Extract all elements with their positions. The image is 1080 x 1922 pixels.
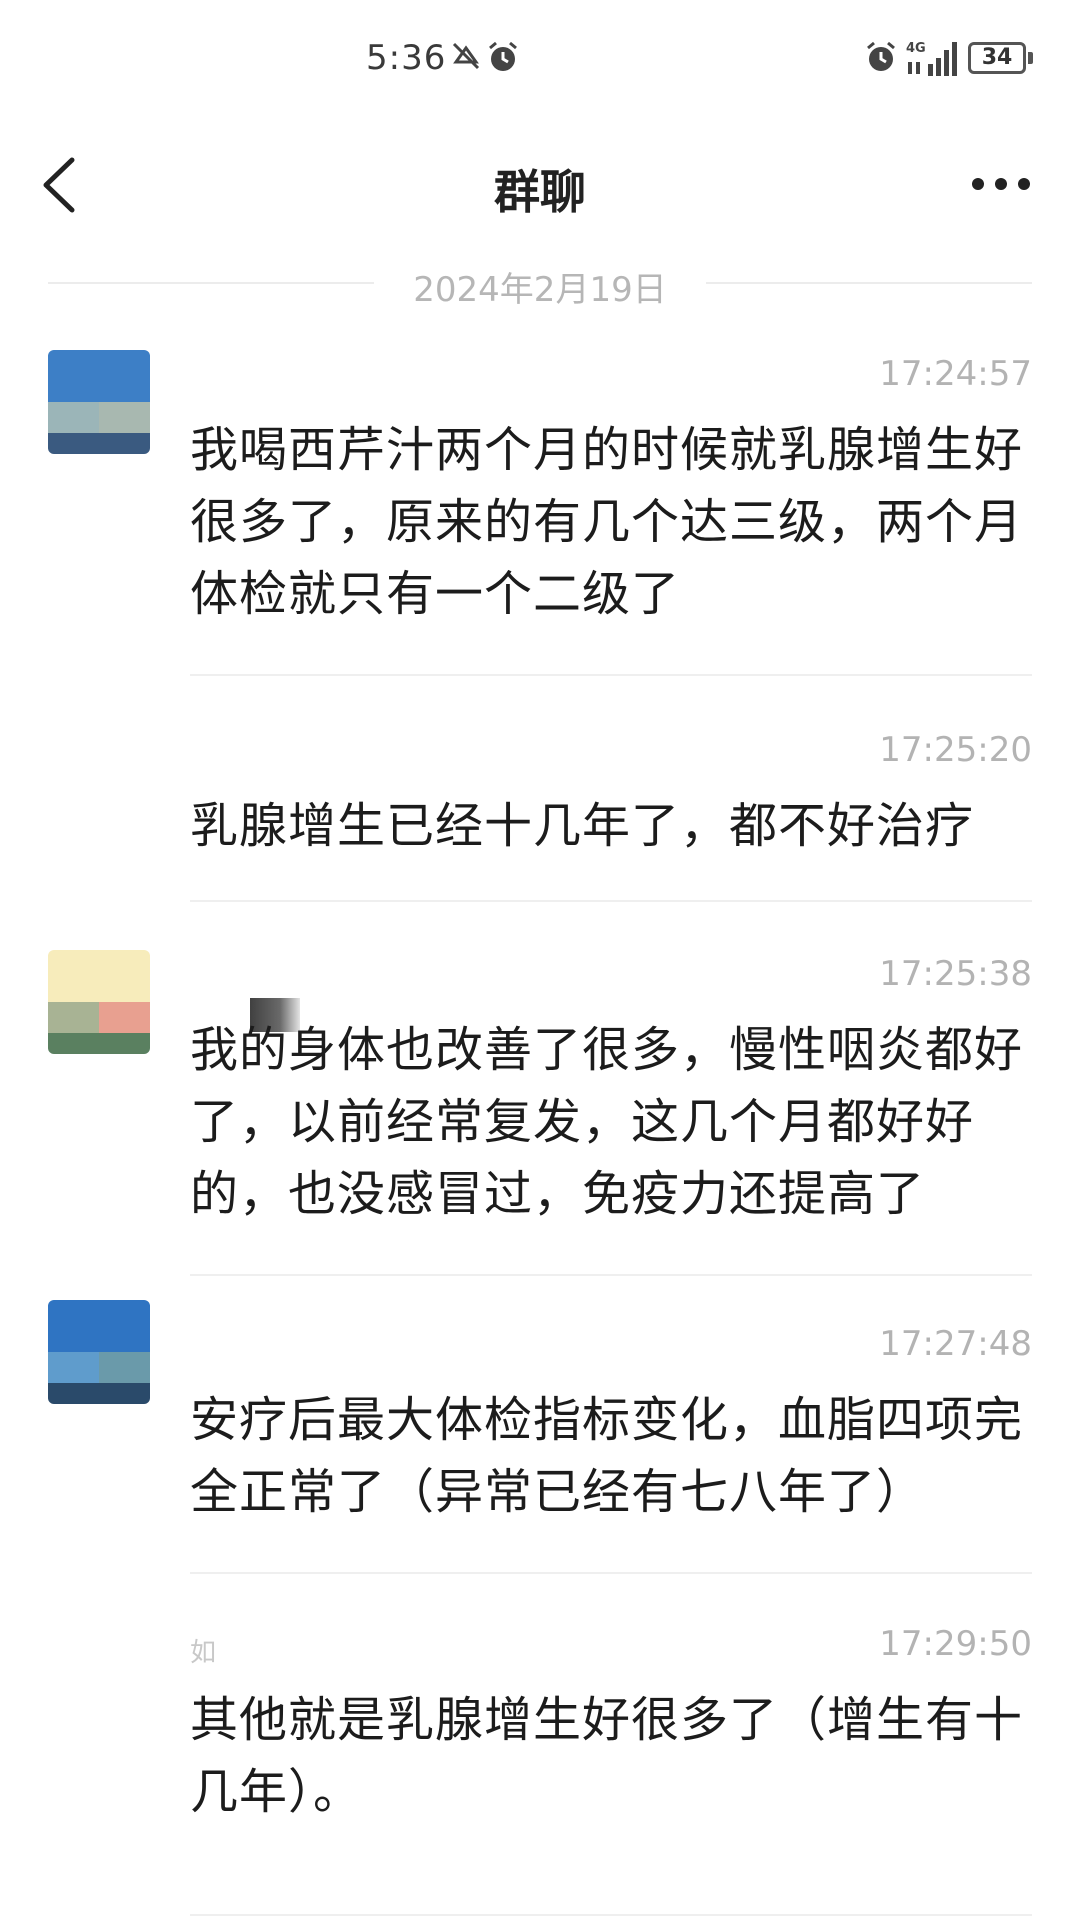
message-text: 我喝西芹汁两个月的时候就乳腺增生好很多了，原来的有几个达三级，两个月体检就只有一… — [190, 422, 1024, 622]
avatar-patch — [48, 1383, 150, 1404]
message-separator — [190, 674, 1032, 676]
message-time: 17:29:50 — [879, 1624, 1032, 1664]
chat-header: 群聊 — [0, 130, 1080, 240]
battery-level: 34 — [981, 45, 1013, 70]
battery-icon: 34 — [968, 42, 1026, 74]
message-separator — [190, 1914, 1032, 1916]
message-text: 安疗后最大体检指标变化，血脂四项完全正常了（异常已经有七八年了） — [190, 1392, 1024, 1520]
message-text: 我的身体也改善了很多，慢性咽炎都好了，以前经常复发，这几个月都好好的，也没感冒过… — [190, 1022, 1024, 1222]
avatar-patch — [48, 402, 99, 434]
message-time: 17:24:57 — [879, 354, 1032, 394]
avatar-patch — [99, 1002, 150, 1034]
battery-nub — [1028, 52, 1033, 64]
avatar-patch — [48, 433, 150, 454]
avatar[interactable] — [48, 950, 150, 1054]
mute-icon — [452, 42, 480, 70]
avatar-patch — [48, 1352, 99, 1384]
divider-line — [706, 282, 1032, 284]
avatar-patch — [48, 1033, 150, 1054]
message-separator — [190, 1572, 1032, 1574]
avatar-patch — [48, 350, 150, 402]
avatar-patch — [48, 1300, 150, 1352]
sender-name-fragment: 如 — [190, 1638, 217, 1668]
svg-text:4G: 4G — [906, 41, 926, 56]
message-text: 其他就是乳腺增生好很多了（增生有十几年）。 — [190, 1692, 1024, 1820]
avatar-patch — [99, 1352, 150, 1384]
alarm-icon — [867, 41, 895, 71]
message-separator — [190, 900, 1032, 902]
signal-icon: 4G — [906, 41, 957, 76]
status-time: 5:36 — [366, 38, 447, 78]
avatar[interactable] — [48, 1300, 150, 1404]
date-divider: 2024年2月19日 — [48, 258, 1032, 310]
date-label: 2024年2月19日 — [413, 270, 667, 310]
message-time: 17:27:48 — [879, 1324, 1032, 1364]
alarm-icon — [489, 41, 517, 71]
avatar-patch — [48, 950, 150, 1002]
message-time: 17:25:20 — [879, 730, 1032, 770]
avatar[interactable] — [48, 350, 150, 454]
status-bar: 5:36 4G 34 — [0, 0, 1080, 120]
message-time: 17:25:38 — [879, 954, 1032, 994]
avatar-patch — [99, 402, 150, 434]
message-separator — [190, 1274, 1032, 1276]
page-title: 群聊 — [494, 165, 586, 219]
avatar-patch — [48, 1002, 99, 1034]
message-text: 乳腺增生已经十几年了，都不好治疗 — [190, 798, 975, 854]
more-dots-icon[interactable] — [968, 164, 1034, 204]
